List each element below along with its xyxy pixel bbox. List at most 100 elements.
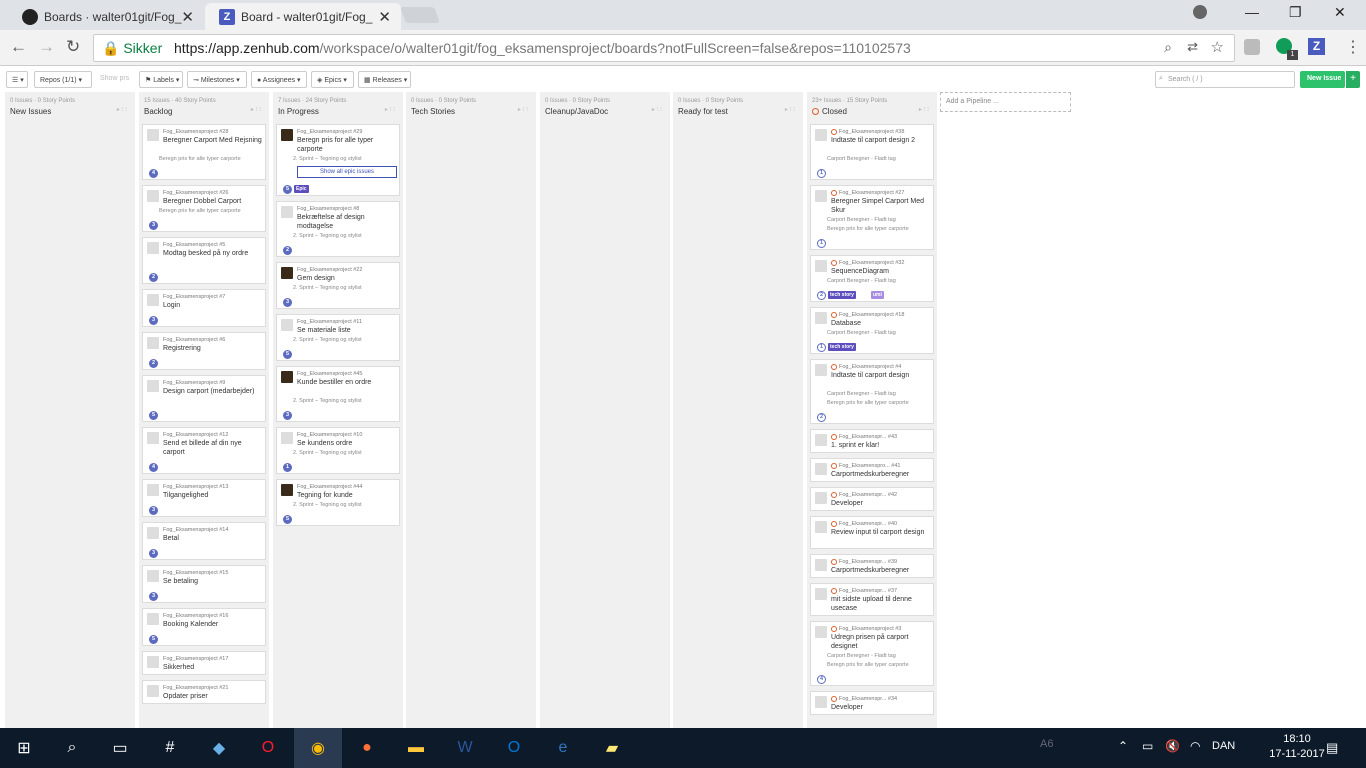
issue-title[interactable]: Booking Kalender <box>163 621 263 630</box>
issue-title[interactable]: Carportmedskurberegner <box>831 567 931 576</box>
forward-icon[interactable]: → <box>38 37 55 57</box>
new-tab-button[interactable] <box>400 7 440 23</box>
add-pipeline-button[interactable]: Add a Pipeline ... <box>940 92 1071 112</box>
issue-title[interactable]: Beregner Simpel Carport Med Skur <box>831 198 931 215</box>
cube-app-icon[interactable]: ◆ <box>195 728 243 768</box>
search-icon[interactable]: ⌕ <box>48 728 96 768</box>
pipeline-controls-icon[interactable]: ▸ ⁝ ⁝ <box>385 106 395 113</box>
notifications-icon[interactable]: ▤ <box>1326 740 1338 756</box>
chrome-icon[interactable]: ◉ <box>294 728 342 768</box>
pipeline-controls-icon[interactable]: ▸ ⁝ ⁝ <box>251 106 261 113</box>
issue-epic-link[interactable]: Beregn pris for alle typer carporte <box>827 400 909 406</box>
issue-milestone[interactable]: 2. Sprint – Tegning og stylist <box>293 233 362 239</box>
issue-card[interactable]: Fog_Eksamensproject #6 Registrering 2 <box>142 332 266 370</box>
issue-title[interactable]: Gem design <box>297 275 397 284</box>
releases-filter-button[interactable]: ▦ Releases ▾ <box>358 71 411 88</box>
outlook-icon[interactable]: O <box>490 728 538 768</box>
issue-card[interactable]: Fog_Eksamensproject #4 Indtaste til carpo… <box>810 359 934 424</box>
issue-card[interactable]: Fog_Eksamensproject #17 Sikkerhed <box>142 651 266 675</box>
issue-milestone[interactable]: Carport Beregner - Fladt tag <box>827 217 896 223</box>
issue-milestone[interactable]: Carport Beregner - Fladt tag <box>827 653 896 659</box>
reload-icon[interactable]: ↻ <box>66 37 80 57</box>
issue-title[interactable]: Tilgangelighed <box>163 492 263 501</box>
issue-title[interactable]: Se materiale liste <box>297 327 397 336</box>
issue-milestone[interactable]: 2. Sprint – Tegning og stylist <box>293 398 362 404</box>
issue-title[interactable]: Bekræftelse af design modtagelse <box>297 214 397 231</box>
issue-card[interactable]: Fog_Eksamensproject #32 SequenceDiagram Ca… <box>810 255 934 302</box>
issue-title[interactable]: Beregner Carport Med Rejsning <box>163 137 263 146</box>
issue-card[interactable]: Fog_Eksamensproject #18 Database Carport B… <box>810 307 934 354</box>
issue-card[interactable]: Fog_Eksamensproject #38 Indtaste til carp… <box>810 124 934 180</box>
sticky-notes-icon[interactable]: ▰ <box>588 728 636 768</box>
firefox-icon[interactable]: ● <box>343 728 391 768</box>
issue-milestone[interactable]: 2. Sprint – Tegning og stylist <box>293 450 362 456</box>
issue-title[interactable]: Modtag besked på ny ordre <box>163 250 263 259</box>
issue-card[interactable]: Fog_Eksamensproject #11 Se materiale list… <box>276 314 400 361</box>
issue-title[interactable]: Send et billede af din nye carport <box>163 440 263 457</box>
translate-icon[interactable]: ⇄ <box>1187 39 1198 55</box>
new-issue-plus-button[interactable]: + <box>1346 71 1360 88</box>
issue-card[interactable]: Fog_Eksamensproject #5 Modtag besked på n… <box>142 237 266 284</box>
issue-card[interactable]: Fog_Eksamensproject #9 Design carport (me… <box>142 375 266 422</box>
secure-indicator[interactable]: 🔒 Sikker <box>102 40 162 57</box>
tab-boards[interactable]: Boards · walter01git/Fog_ ✕ <box>8 3 204 30</box>
show-epic-issues-button[interactable]: Show all epic issues <box>297 166 397 178</box>
issue-milestone[interactable]: Carport Beregner - Fladt tag <box>827 330 896 336</box>
issue-title[interactable]: Indtaste til carport design <box>831 372 931 381</box>
issue-card[interactable]: Fog_Eksamenspr... #42 Developer <box>810 487 934 511</box>
issue-title[interactable]: Registrering <box>163 345 263 354</box>
issue-title[interactable]: mit sidste upload til denne usecase <box>831 596 931 613</box>
issue-title[interactable]: Se betaling <box>163 578 263 587</box>
issue-title[interactable]: Indtaste til carport design 2 <box>831 137 931 146</box>
issue-card[interactable]: Fog_Eksamenspro... #41 Carportmedskurbere… <box>810 458 934 482</box>
issue-epic-link[interactable]: Beregn pris for alle typer carporte <box>159 208 241 214</box>
issue-card[interactable]: Fog_Eksamensproject #15 Se betaling 3 <box>142 565 266 603</box>
zenhub-extension-icon[interactable]: Z <box>1308 38 1325 55</box>
issue-title[interactable]: SequenceDiagram <box>831 268 931 277</box>
board-menu-button[interactable]: ☰ ▾ <box>6 71 28 88</box>
issue-title[interactable]: Login <box>163 302 263 311</box>
issue-title[interactable]: Database <box>831 320 931 329</box>
search-input[interactable]: ⌕ Search ( / ) <box>1155 71 1295 88</box>
issue-card[interactable]: Fog_Eksamensproject #14 Betal 3 <box>142 522 266 560</box>
opera-icon[interactable]: O <box>244 728 292 768</box>
issue-milestone[interactable]: 2. Sprint – Tegning og stylist <box>293 502 362 508</box>
issue-card[interactable]: Fog_Eksamensproject #29 Beregn pris for a… <box>276 124 400 196</box>
issue-milestone[interactable]: Carport Beregner - Fladt tag <box>827 391 896 397</box>
profile-icon[interactable] <box>1193 5 1207 19</box>
issue-epic-link[interactable]: Beregn pris for alle typer carporte <box>159 156 241 162</box>
window-close-icon[interactable]: ✕ <box>1334 4 1346 21</box>
edge-icon[interactable]: e <box>539 728 587 768</box>
issue-title[interactable]: Developer <box>831 500 931 509</box>
issue-card[interactable]: Fog_Eksamensproject #26 Beregner Dobbel C… <box>142 185 266 232</box>
issue-title[interactable]: Carportmedskurberegner <box>831 471 931 480</box>
word-icon[interactable]: W <box>441 728 489 768</box>
close-icon[interactable]: ✕ <box>181 8 194 26</box>
issue-title[interactable]: Opdater priser <box>163 693 263 702</box>
windows-start-icon[interactable]: ⊞ <box>0 728 48 768</box>
epics-filter-button[interactable]: ◈ Epics ▾ <box>311 71 354 88</box>
issue-card[interactable]: Fog_Eksamenspr... #39 Carportmedskurbereg… <box>810 554 934 578</box>
show-prs-toggle[interactable]: Show prs <box>95 71 135 88</box>
battery-icon[interactable]: ▭ <box>1142 739 1153 753</box>
wifi-icon[interactable]: ◠ <box>1190 739 1200 753</box>
maximize-icon[interactable]: ❐ <box>1289 4 1302 21</box>
pipeline-controls-icon[interactable]: ▸ ⁝ ⁝ <box>919 106 929 113</box>
language-indicator[interactable]: DAN <box>1212 740 1235 752</box>
issue-card[interactable]: Fog_Eksamensproject #8 Bekræftelse af des… <box>276 201 400 257</box>
tray-expand-icon[interactable]: ⌃ <box>1118 739 1128 753</box>
issue-title[interactable]: Udregn prisen på carport designet <box>831 634 931 651</box>
url-input[interactable]: 🔒 Sikker https://app.zenhub.com/workspac… <box>93 34 1235 62</box>
issue-milestone[interactable]: 2. Sprint – Tegning og stylist <box>293 337 362 343</box>
issue-card[interactable]: Fog_Eksamensproject #28 Beregner Carport … <box>142 124 266 180</box>
issue-card[interactable]: Fog_Eksamensproject #22 Gem design 2. Spri… <box>276 262 400 309</box>
pipeline-controls-icon[interactable]: ▸ ⁝ ⁝ <box>785 106 795 113</box>
issue-title[interactable]: Kunde bestiller en ordre <box>297 379 397 388</box>
minimize-icon[interactable]: — <box>1245 4 1259 20</box>
issue-milestone[interactable]: 2. Sprint – Tegning og stylist <box>293 285 362 291</box>
issue-card[interactable]: Fog_Eksamensproject #7 Login 3 <box>142 289 266 327</box>
issue-title[interactable]: Beregner Dobbel Carport <box>163 198 263 207</box>
assignees-filter-button[interactable]: ● Assignees ▾ <box>251 71 307 88</box>
issue-card[interactable]: Fog_Eksamenspr... #40 Review input til ca… <box>810 516 934 549</box>
repos-filter-button[interactable]: Repos (1/1) ▾ <box>34 71 92 88</box>
